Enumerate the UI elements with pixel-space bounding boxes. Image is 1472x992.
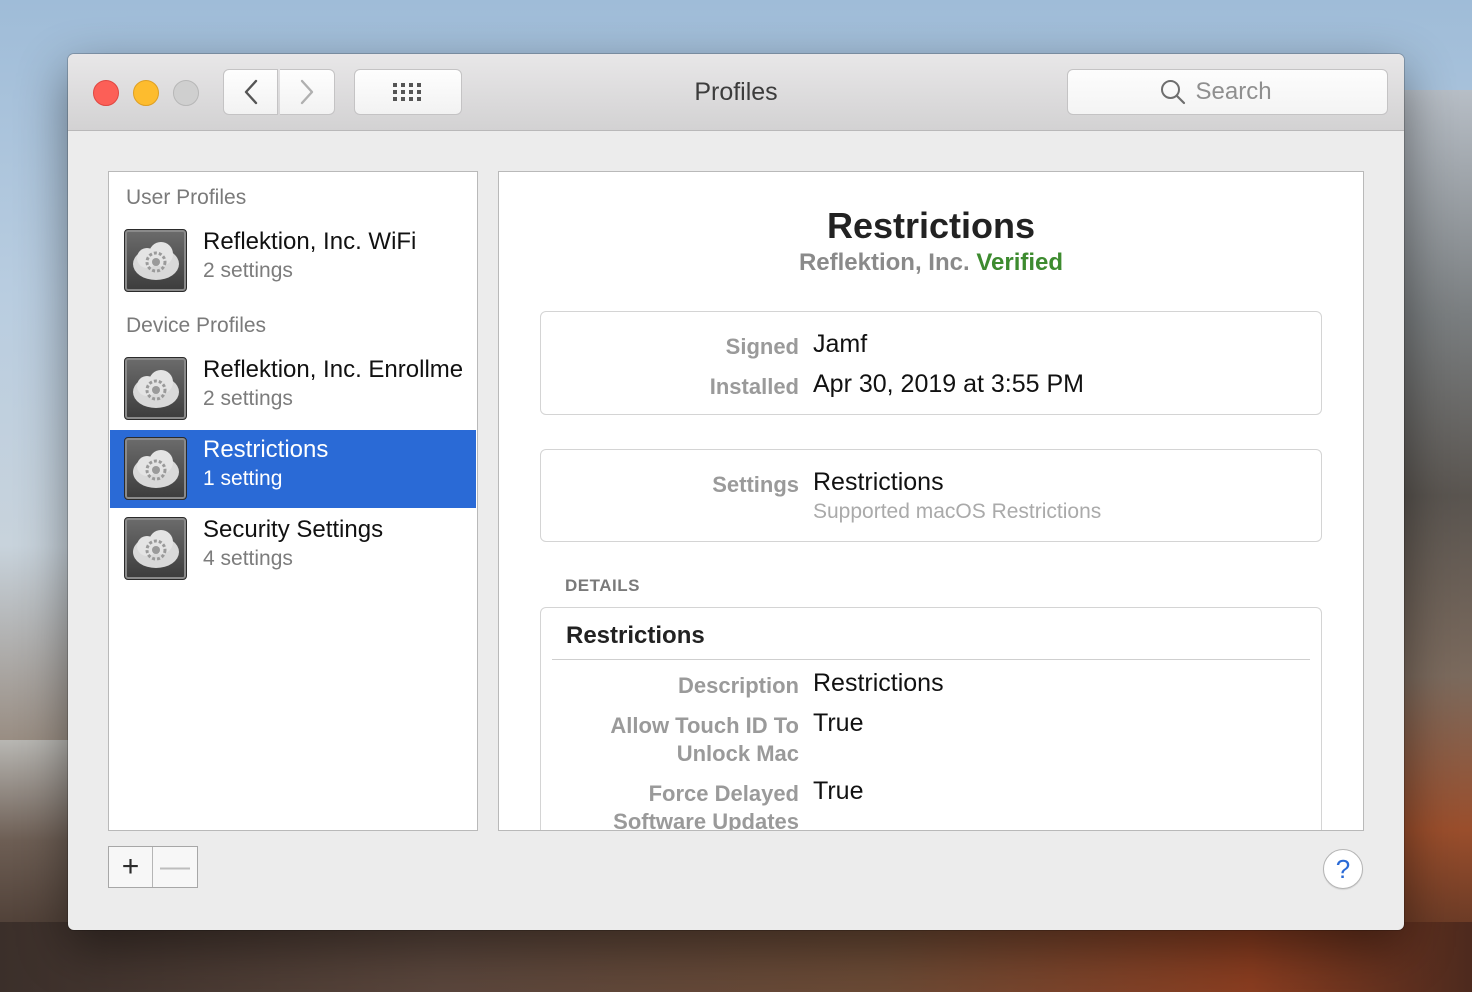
settings-subtitle: Supported macOS Restrictions: [813, 500, 1102, 523]
profile-gear-icon: [124, 517, 187, 580]
device-profiles-header: Device Profiles: [126, 314, 267, 337]
profile-settings-count: 4 settings: [203, 547, 293, 570]
profile-item-restrictions[interactable]: Restrictions 1 setting: [110, 430, 476, 508]
force-delayed-updates-value: True: [813, 777, 864, 805]
profile-detail-pane: Restrictions Reflektion, Inc. Verified S…: [498, 171, 1364, 831]
description-value: Restrictions: [813, 669, 944, 697]
description-label: Description: [677, 673, 799, 698]
profiles-window: Profiles User Profiles Reflektion, Inc. …: [68, 54, 1404, 930]
divider: [552, 659, 1310, 660]
allow-touch-id-label: Allow Touch ID To Unlock Mac: [610, 713, 799, 766]
settings-value: Restrictions: [813, 468, 944, 496]
force-delayed-updates-label: Force Delayed Software Updates: [613, 781, 799, 831]
installed-value: Apr 30, 2019 at 3:55 PM: [813, 370, 1085, 398]
installed-label: Installed: [709, 374, 799, 399]
signed-value: Jamf: [813, 330, 868, 358]
details-header: DETAILS: [565, 576, 640, 595]
profile-gear-icon: [124, 229, 187, 292]
profile-name: Security Settings: [203, 516, 384, 543]
settings-card: Settings Restrictions Supported macOS Re…: [540, 449, 1322, 542]
profile-name: Restrictions: [203, 436, 329, 463]
profile-settings-count: 2 settings: [203, 259, 293, 282]
profile-name: Reflektion, Inc. Enrollme: [203, 356, 464, 383]
verified-status: Verified: [976, 249, 1064, 276]
profile-org-line: Reflektion, Inc. Verified: [499, 249, 1363, 277]
profile-settings-count: 1 setting: [203, 467, 283, 490]
profile-gear-icon: [124, 437, 187, 500]
profile-title: Restrictions: [826, 205, 1036, 246]
search-icon: [1160, 80, 1185, 105]
profile-settings-count: 2 settings: [203, 387, 293, 410]
profile-name: Reflektion, Inc. WiFi: [203, 228, 417, 255]
profile-item-wifi[interactable]: Reflektion, Inc. WiFi 2 settings: [110, 222, 476, 300]
search-input[interactable]: [1195, 78, 1296, 106]
profile-item-enrollment[interactable]: Reflektion, Inc. Enrollme 2 settings: [110, 350, 476, 428]
details-card: Restrictions Description Restrictions Al…: [540, 607, 1322, 831]
add-remove-control: + —: [108, 846, 198, 888]
profiles-list: User Profiles Reflektion, Inc. WiFi 2 se…: [108, 171, 478, 831]
user-profiles-header: User Profiles: [126, 186, 247, 209]
allow-touch-id-value: True: [813, 709, 864, 737]
title-bar: Profiles: [68, 54, 1404, 131]
profile-gear-icon: [124, 357, 187, 420]
signed-label: Signed: [725, 334, 799, 359]
remove-profile-button[interactable]: —: [153, 847, 197, 887]
search-field[interactable]: [1067, 69, 1388, 115]
settings-label: Settings: [712, 472, 799, 497]
details-card-title: Restrictions: [566, 622, 705, 649]
desktop-background-bottom: [0, 922, 1472, 992]
profile-item-security-settings[interactable]: Security Settings 4 settings: [110, 510, 476, 588]
add-profile-button[interactable]: +: [109, 847, 153, 887]
signature-card: Signed Jamf Installed Apr 30, 2019 at 3:…: [540, 311, 1322, 415]
help-button[interactable]: ?: [1323, 849, 1363, 889]
profile-org: Reflektion, Inc.: [798, 249, 970, 276]
